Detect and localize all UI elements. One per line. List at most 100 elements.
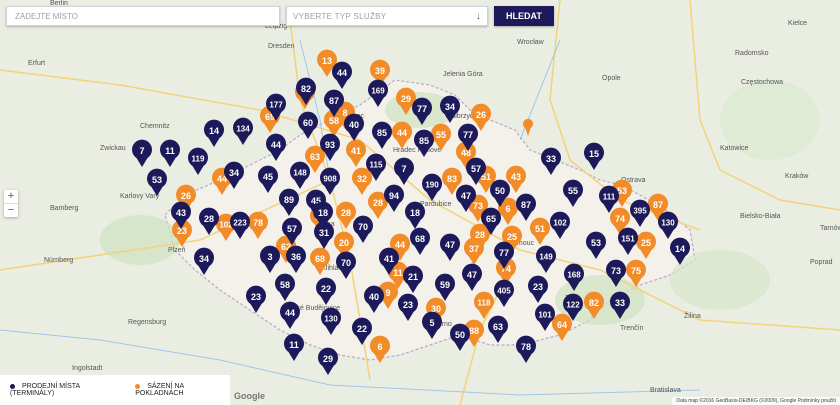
terminal-pin-count: 45 xyxy=(263,172,273,182)
terminal-pin-count: 68 xyxy=(415,234,425,244)
counter-pin-count: 9 xyxy=(385,288,390,298)
forest-area xyxy=(100,215,180,265)
terminal-pin-count: 29 xyxy=(323,354,333,364)
terminal-pin-count: 65 xyxy=(486,214,496,224)
terminal-pin-count: 395 xyxy=(633,207,647,216)
counter-pin-count: 25 xyxy=(641,238,651,248)
terminal-pin-count: 28 xyxy=(204,214,214,224)
terminal-pin-count: 70 xyxy=(358,222,368,232)
counter-pin-count: 6 xyxy=(505,204,510,214)
google-logo: Google xyxy=(234,391,265,401)
terminal-pin-count: 89 xyxy=(284,195,294,205)
terminal-pin-count: 177 xyxy=(269,101,283,110)
counter-pin-count: 11 xyxy=(393,268,403,278)
counter-pin-count: 20 xyxy=(339,238,349,248)
terminal-pin-count: 53 xyxy=(152,175,162,185)
map-label-poprad: Poprad xyxy=(810,259,833,266)
counter-pin-count: 73 xyxy=(473,201,483,211)
terminal-pin-count: 60 xyxy=(303,118,313,128)
counter-pin-count: 64 xyxy=(557,320,567,330)
counter-pin-count: 63 xyxy=(310,152,320,162)
map-label-katowice: Katowice xyxy=(720,145,749,152)
terminal-pin-count: 77 xyxy=(463,130,473,140)
terminal-pin-count: 169 xyxy=(371,87,385,96)
terminal-pin-count: 33 xyxy=(546,154,556,164)
map-label-n-rnberg: Nürnberg xyxy=(44,257,73,264)
counter-pin-count: 48 xyxy=(461,148,471,158)
terminal-pin-count: 130 xyxy=(661,219,675,228)
legend-item-terminals[interactable]: PRODEJNÍ MÍSTA (TERMINÁLY) xyxy=(10,383,121,397)
terminal-pin-count: 58 xyxy=(280,280,290,290)
counter-pin-count: 51 xyxy=(535,224,545,234)
terminal-pin-count: 5 xyxy=(429,318,434,328)
terminal-pin-count: 102 xyxy=(553,219,567,228)
map-label-kielce: Kielce xyxy=(788,20,807,27)
legend-terminals-label: PRODEJNÍ MÍSTA (TERMINÁLY) xyxy=(10,383,80,397)
terminal-pin-count: 59 xyxy=(440,280,450,290)
terminal-pin-count: 14 xyxy=(209,126,219,136)
map-label-chemnitz: Chemnitz xyxy=(140,123,170,130)
map-label--ilina: Žilina xyxy=(684,311,701,320)
terminal-pin-count: 44 xyxy=(271,140,281,150)
map-label-ingolstadt: Ingolstadt xyxy=(72,365,102,372)
counter-pin-count: 32 xyxy=(357,174,367,184)
terminal-pin-count: 15 xyxy=(589,149,599,159)
terminal-pin-count: 115 xyxy=(370,161,383,170)
terminal-pin-count: 50 xyxy=(495,186,505,196)
counter-pin-count: 44 xyxy=(395,240,405,250)
terminal-pin-count: 22 xyxy=(321,284,331,294)
counter-pin-count: 37 xyxy=(469,244,479,254)
map-label-bielsko-bia-a: Bielsko-Biała xyxy=(740,213,781,220)
terminal-pin-count: 11 xyxy=(165,146,175,156)
terminal-pin-count: 908 xyxy=(323,175,337,184)
map-label-pardubice: Pardubice xyxy=(420,201,452,208)
terminal-pin-count: 33 xyxy=(615,298,625,308)
zoom-out-button[interactable]: − xyxy=(4,203,18,217)
terminal-pin-count: 22 xyxy=(357,324,367,334)
map-attribution[interactable]: Data map ©2016 GeoBasis-DE/BKG (©2009), … xyxy=(672,397,840,405)
map-label-krak-w: Kraków xyxy=(785,173,809,180)
place-input-box[interactable] xyxy=(6,6,280,26)
terminal-pin-count: 34 xyxy=(229,168,239,178)
counter-pin-count: 28 xyxy=(373,198,383,208)
terminal-pin-count: 122 xyxy=(566,301,580,310)
map-label-jelenia-g-ra: Jelenia Góra xyxy=(443,71,483,78)
map-label-karlovy-vary: Karlovy Vary xyxy=(120,193,160,200)
service-type-select[interactable]: VYBERTE TYP SLUŽBY ↓ xyxy=(286,6,488,26)
zoom-control: + − xyxy=(4,190,18,217)
terminal-pin-count: 223 xyxy=(233,219,247,228)
map-label-zwickau: Zwickau xyxy=(100,145,126,152)
terminal-pin-count: 130 xyxy=(324,315,338,324)
terminal-pin-count: 7 xyxy=(139,146,144,156)
terminal-pin-count: 34 xyxy=(199,254,209,264)
terminal-pin-count: 47 xyxy=(445,240,455,250)
terminal-pin-count: 40 xyxy=(349,120,359,130)
map[interactable]: BerlinDresdenLeipzigErfurtNürnbergBamber… xyxy=(0,0,840,405)
counter-dot-icon xyxy=(135,383,141,389)
terminal-pin-count: 149 xyxy=(539,253,553,262)
terminal-pin-count: 73 xyxy=(611,266,621,276)
map-label-dresden: Dresden xyxy=(268,43,295,50)
terminal-dot-icon xyxy=(10,383,15,389)
terminal-pin-count: 134 xyxy=(236,125,250,134)
terminal-pin-count: 405 xyxy=(497,287,511,296)
search-button[interactable]: HLEDAT xyxy=(494,6,554,26)
terminal-pin-count: 78 xyxy=(521,342,531,352)
terminal-pin-count: 57 xyxy=(287,224,297,234)
counter-pin-count: 41 xyxy=(351,146,361,156)
counter-pin-count: 82 xyxy=(589,298,599,308)
terminal-pin-count: 23 xyxy=(533,282,543,292)
map-legend: PRODEJNÍ MÍSTA (TERMINÁLY) SÁZENÍ NA POK… xyxy=(0,375,230,405)
counter-pin-count: 68 xyxy=(315,254,325,264)
map-label-tren-n: Trenčín xyxy=(620,325,644,332)
counter-pin-count: 88 xyxy=(469,326,479,336)
counter-pin-count: 39 xyxy=(375,66,385,76)
counter-pin-count: 26 xyxy=(476,110,486,120)
terminal-pin-count: 41 xyxy=(384,254,394,264)
legend-counters-label: SÁZENÍ NA POKLADNÁCH xyxy=(135,383,184,397)
zoom-in-button[interactable]: + xyxy=(4,190,18,203)
map-label-bamberg: Bamberg xyxy=(50,205,79,212)
legend-item-counters[interactable]: SÁZENÍ NA POKLADNÁCH xyxy=(135,383,230,397)
place-input[interactable] xyxy=(13,10,273,22)
map-label-cz-stochowa: Częstochowa xyxy=(741,79,783,86)
